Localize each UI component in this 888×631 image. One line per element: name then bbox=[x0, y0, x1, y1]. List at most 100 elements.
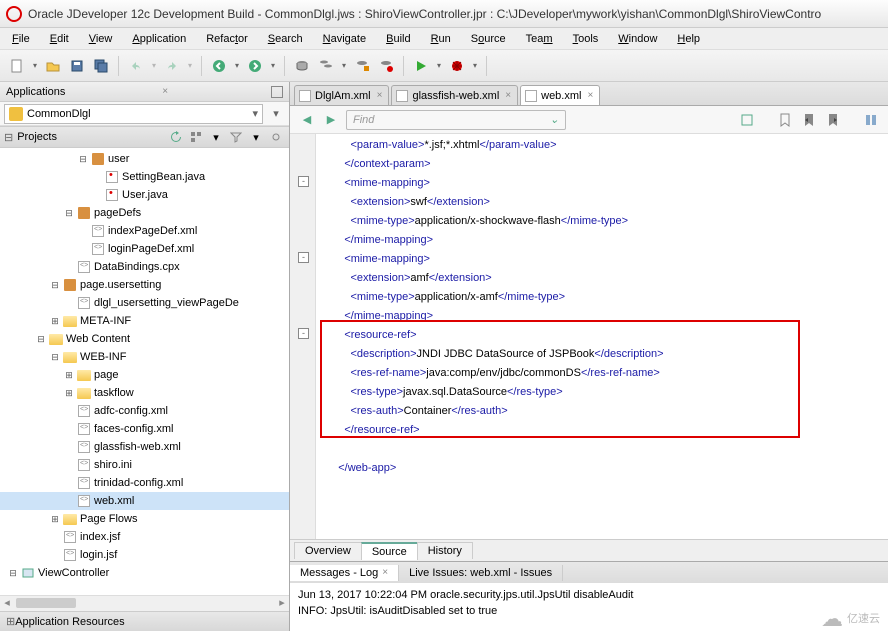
projects-btn-5[interactable]: ▾ bbox=[247, 128, 265, 146]
tree-node-adfc[interactable]: adfc-config.xml bbox=[0, 402, 289, 420]
nav-fwd-icon[interactable]: ▶ bbox=[320, 109, 342, 131]
application-resources-bar[interactable]: Application Resources bbox=[0, 611, 289, 631]
tab-overview[interactable]: Overview bbox=[294, 542, 362, 559]
left-panel: Applications × CommonDlgl ▾ ▾ ⊟ Projects… bbox=[0, 82, 290, 631]
back-button[interactable] bbox=[208, 55, 230, 77]
messages-log[interactable]: Jun 13, 2017 10:22:04 PM oracle.security… bbox=[290, 583, 888, 631]
tree-node-webxml[interactable]: web.xml bbox=[0, 492, 289, 510]
tab-source[interactable]: Source bbox=[361, 542, 418, 560]
fold-icon[interactable]: - bbox=[298, 252, 309, 263]
menu-search[interactable]: Search bbox=[260, 31, 311, 47]
tree-node-webinf[interactable]: ⊟WEB-INF bbox=[0, 348, 289, 366]
tab-history[interactable]: History bbox=[417, 542, 473, 559]
application-combo[interactable]: CommonDlgl ▾ bbox=[4, 104, 263, 124]
db-button-4[interactable] bbox=[375, 55, 397, 77]
forward-button[interactable] bbox=[244, 55, 266, 77]
tree-node-usersetting[interactable]: ⊟page.usersetting bbox=[0, 276, 289, 294]
tree-node-loginjsf[interactable]: login.jsf bbox=[0, 546, 289, 564]
tab-live-issues[interactable]: Live Issues: web.xml - Issues bbox=[399, 565, 563, 581]
menu-source[interactable]: Source bbox=[463, 31, 514, 47]
menu-refactor[interactable]: Refactor bbox=[198, 31, 256, 47]
bookmark-prev-icon[interactable] bbox=[798, 109, 820, 131]
tree-node-viewcontroller[interactable]: ⊟ViewController bbox=[0, 564, 289, 582]
run-dropdown[interactable]: ▾ bbox=[434, 61, 444, 70]
tree-node-databindings[interactable]: DataBindings.cpx bbox=[0, 258, 289, 276]
tree-node-settingbean[interactable]: SettingBean.java bbox=[0, 168, 289, 186]
debug-button[interactable] bbox=[446, 55, 468, 77]
titlebar: Oracle JDeveloper 12c Development Build … bbox=[0, 0, 888, 28]
tree-node-page[interactable]: ⊞page bbox=[0, 366, 289, 384]
tab-close-icon[interactable]: × bbox=[587, 90, 593, 101]
tree-node-userjava[interactable]: User.java bbox=[0, 186, 289, 204]
menu-application[interactable]: Application bbox=[124, 31, 194, 47]
menu-edit[interactable]: Edit bbox=[42, 31, 77, 47]
redo-button[interactable] bbox=[161, 55, 183, 77]
panel-restore-icon[interactable] bbox=[271, 86, 283, 98]
back-dropdown[interactable]: ▾ bbox=[232, 61, 242, 70]
panel-close-icon[interactable]: × bbox=[162, 86, 168, 97]
tree-node-shiro[interactable]: shiro.ini bbox=[0, 456, 289, 474]
tree-node-indexpagedef[interactable]: indexPageDef.xml bbox=[0, 222, 289, 240]
save-button[interactable] bbox=[66, 55, 88, 77]
tab-messages-log[interactable]: Messages - Log× bbox=[290, 565, 399, 581]
projects-btn-3[interactable]: ▾ bbox=[207, 128, 225, 146]
projects-refresh-icon[interactable] bbox=[167, 128, 185, 146]
forward-dropdown[interactable]: ▾ bbox=[268, 61, 278, 70]
open-button[interactable] bbox=[42, 55, 64, 77]
code-editor[interactable]: - - - <param-value>*.jsf;*.xhtml</param-… bbox=[290, 134, 888, 539]
tab-close-icon[interactable]: × bbox=[505, 90, 511, 101]
tab-close-icon[interactable]: × bbox=[377, 90, 383, 101]
redo-dropdown[interactable]: ▾ bbox=[185, 61, 195, 70]
db-button-2[interactable] bbox=[315, 55, 337, 77]
app-menu-button[interactable]: ▾ bbox=[267, 105, 285, 123]
bookmark-next-icon[interactable] bbox=[822, 109, 844, 131]
db-button-3[interactable] bbox=[351, 55, 373, 77]
project-tree[interactable]: ⊟user SettingBean.java User.java ⊟pageDe… bbox=[0, 148, 289, 595]
tree-node-trinidad[interactable]: trinidad-config.xml bbox=[0, 474, 289, 492]
undo-button[interactable] bbox=[125, 55, 147, 77]
tree-node-user[interactable]: ⊟user bbox=[0, 150, 289, 168]
tab-close-icon[interactable]: × bbox=[382, 567, 388, 578]
tree-node-faces[interactable]: faces-config.xml bbox=[0, 420, 289, 438]
find-input[interactable]: Find⌄ bbox=[346, 110, 566, 130]
findbar-btn-1[interactable] bbox=[736, 109, 758, 131]
fold-icon[interactable]: - bbox=[298, 328, 309, 339]
nav-back-icon[interactable]: ◀ bbox=[296, 109, 318, 131]
menu-help[interactable]: Help bbox=[669, 31, 708, 47]
debug-dropdown[interactable]: ▾ bbox=[470, 61, 480, 70]
new-dropdown[interactable]: ▾ bbox=[30, 61, 40, 70]
menu-file[interactable]: FFileile bbox=[4, 31, 38, 47]
menu-window[interactable]: Window bbox=[610, 31, 665, 47]
menu-view[interactable]: View bbox=[81, 31, 121, 47]
projects-layout-icon[interactable] bbox=[187, 128, 205, 146]
menu-build[interactable]: Build bbox=[378, 31, 418, 47]
tab-dlglam[interactable]: DlglAm.xml× bbox=[294, 85, 389, 105]
tree-node-pagedefs[interactable]: ⊟pageDefs bbox=[0, 204, 289, 222]
tab-glassfish[interactable]: glassfish-web.xml× bbox=[391, 85, 518, 105]
fold-icon[interactable]: - bbox=[298, 176, 309, 187]
menu-run[interactable]: Run bbox=[423, 31, 459, 47]
projects-config-icon[interactable] bbox=[267, 128, 285, 146]
run-button[interactable] bbox=[410, 55, 432, 77]
db-dropdown[interactable]: ▾ bbox=[339, 61, 349, 70]
findbar-btn-5[interactable] bbox=[860, 109, 882, 131]
db-button-1[interactable] bbox=[291, 55, 313, 77]
undo-dropdown[interactable]: ▾ bbox=[149, 61, 159, 70]
tree-node-loginpagedef[interactable]: loginPageDef.xml bbox=[0, 240, 289, 258]
tree-node-indexjsf[interactable]: index.jsf bbox=[0, 528, 289, 546]
new-button[interactable] bbox=[6, 55, 28, 77]
projects-filter-icon[interactable] bbox=[227, 128, 245, 146]
bookmark-icon[interactable] bbox=[774, 109, 796, 131]
tree-node-dlgl-usersetting[interactable]: dlgl_usersetting_viewPageDe bbox=[0, 294, 289, 312]
tree-node-glassfish[interactable]: glassfish-web.xml bbox=[0, 438, 289, 456]
menu-tools[interactable]: Tools bbox=[565, 31, 607, 47]
menu-navigate[interactable]: Navigate bbox=[315, 31, 374, 47]
tree-node-metainf[interactable]: ⊞META-INF bbox=[0, 312, 289, 330]
tab-webxml[interactable]: web.xml× bbox=[520, 85, 600, 105]
tree-node-webcontent[interactable]: ⊟Web Content bbox=[0, 330, 289, 348]
tree-node-taskflow[interactable]: ⊞taskflow bbox=[0, 384, 289, 402]
tree-node-pageflows[interactable]: ⊞Page Flows bbox=[0, 510, 289, 528]
save-all-button[interactable] bbox=[90, 55, 112, 77]
menu-team[interactable]: Team bbox=[518, 31, 561, 47]
tree-hscroll[interactable]: ◂ ▸ bbox=[0, 595, 289, 611]
